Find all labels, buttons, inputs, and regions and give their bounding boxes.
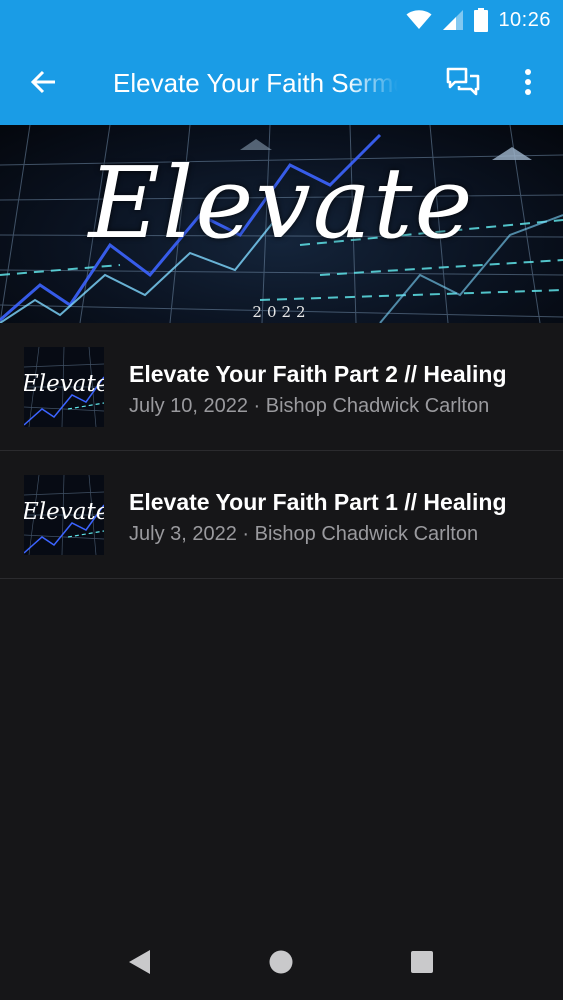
home-circle-icon [269, 950, 293, 974]
list-item[interactable]: Elevate Elevate Your Faith Part 2 // Hea… [0, 323, 563, 451]
sermon-thumbnail: Elevate [24, 475, 104, 555]
sermon-list: Elevate Elevate Your Faith Part 2 // Hea… [0, 323, 563, 579]
sermon-title: Elevate Your Faith Part 2 // Healing [129, 361, 507, 387]
list-item[interactable]: Elevate Elevate Your Faith Part 1 // Hea… [0, 451, 563, 579]
nav-recents-button[interactable] [400, 940, 444, 984]
cell-signal-icon [442, 9, 464, 31]
battery-icon [474, 8, 489, 32]
thumbnail-title: Elevate [24, 371, 104, 397]
back-arrow-icon [30, 70, 55, 94]
nav-back-button[interactable] [118, 940, 162, 984]
recents-square-icon [411, 951, 433, 973]
more-vert-icon [525, 69, 531, 95]
banner-year: 2022 [252, 303, 311, 321]
sermon-meta: July 3, 2022 · Bishop Chadwick Carlton [129, 523, 479, 545]
chat-icon [446, 67, 480, 96]
app-bar: Elevate Your Faith Sermons [0, 40, 563, 125]
wifi-icon [406, 10, 432, 30]
system-nav-bar [0, 920, 563, 1000]
more-options-button[interactable] [508, 60, 548, 104]
thumbnail-title: Elevate [24, 499, 104, 525]
page-title: Elevate Your Faith Sermons [113, 68, 398, 98]
back-triangle-icon [129, 950, 150, 974]
screen: 10:26 Elevate Your Faith Sermons [0, 0, 563, 1000]
sermon-meta: July 10, 2022 · Bishop Chadwick Carlton [129, 395, 490, 417]
series-banner: Elevate 2022 [0, 125, 563, 323]
sermon-title: Elevate Your Faith Part 1 // Healing [129, 489, 507, 515]
chat-button[interactable] [440, 60, 486, 104]
back-button[interactable] [22, 60, 66, 104]
status-clock: 10:26 [498, 8, 551, 31]
status-bar: 10:26 [0, 0, 563, 40]
nav-home-button[interactable] [259, 940, 303, 984]
sermon-thumbnail: Elevate [24, 347, 104, 427]
banner-title: Elevate [88, 147, 475, 261]
